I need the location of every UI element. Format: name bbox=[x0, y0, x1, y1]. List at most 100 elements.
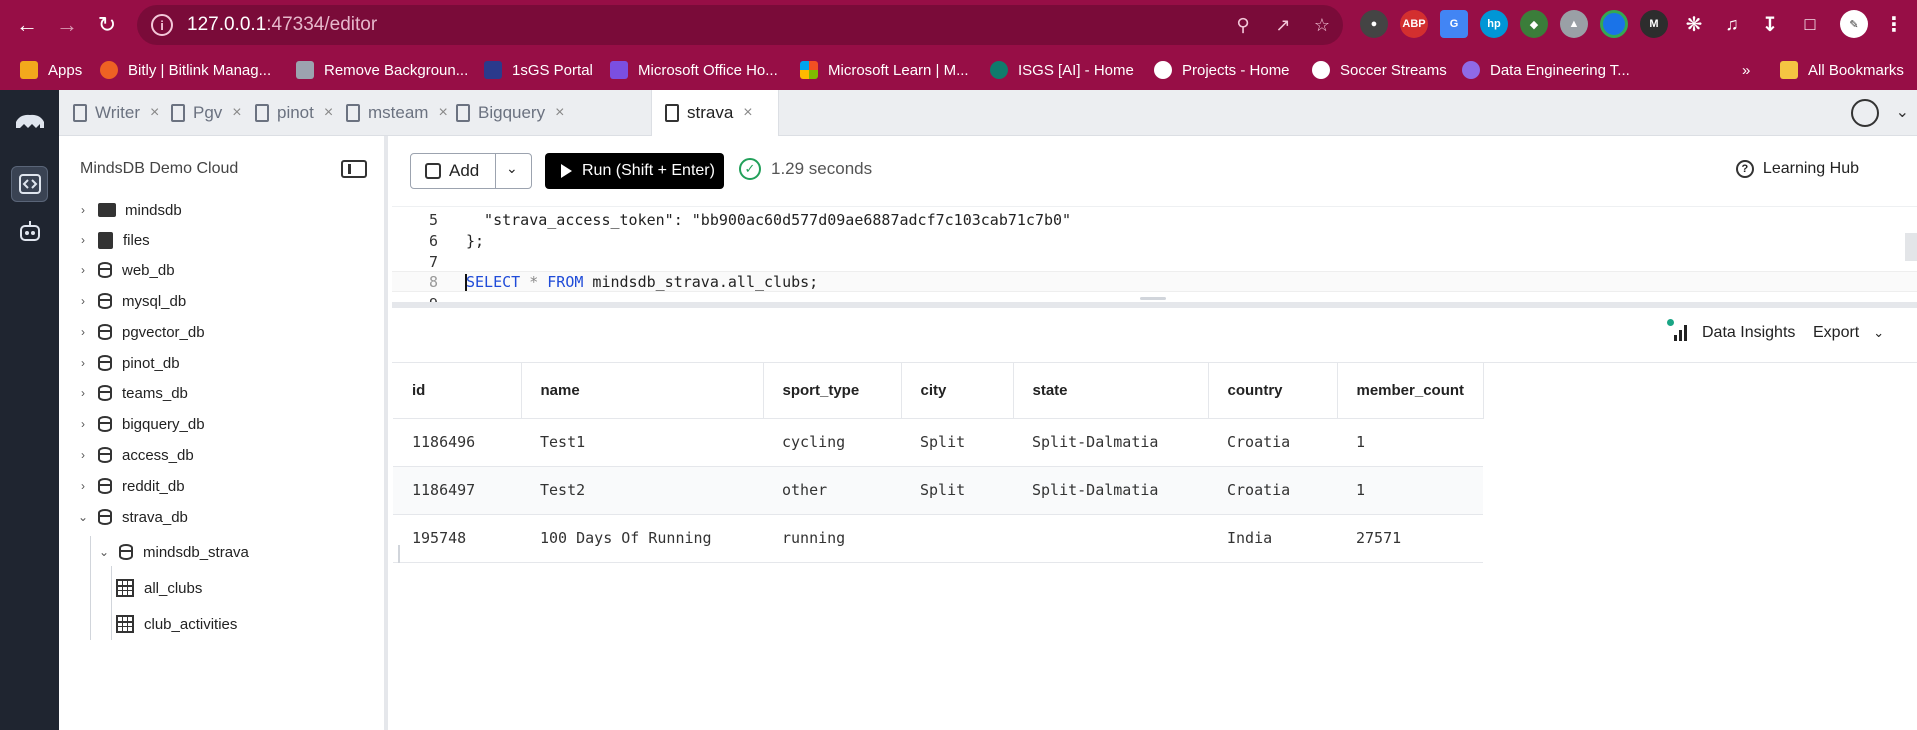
table-cell[interactable]: cycling bbox=[763, 418, 901, 466]
table-cell[interactable]: 1 bbox=[1337, 418, 1483, 466]
back-arrow-icon[interactable]: ← bbox=[12, 10, 42, 40]
tree-item-pinot-db[interactable]: › pinot_db bbox=[76, 350, 180, 376]
column-header[interactable]: name bbox=[521, 363, 764, 418]
tree-item-mysql-db[interactable]: › mysql_db bbox=[76, 288, 186, 314]
table-cell[interactable] bbox=[1013, 514, 1208, 562]
bookmark-ms-learn[interactable]: Microsoft Learn | M... bbox=[800, 58, 969, 82]
learning-hub-link[interactable]: ? Learning Hub bbox=[1735, 160, 1859, 178]
tree-item-pgvector-db[interactable]: › pgvector_db bbox=[76, 319, 205, 345]
table-cell[interactable]: Split bbox=[901, 466, 1013, 514]
forward-arrow-icon[interactable]: → bbox=[52, 10, 82, 40]
media-icon[interactable]: ♫ bbox=[1718, 10, 1746, 38]
bookmark-isgs[interactable]: ISGS [AI] - Home bbox=[990, 58, 1134, 82]
column-header[interactable]: country bbox=[1208, 363, 1338, 418]
user-account-icon[interactable] bbox=[1851, 99, 1879, 127]
chevron-down-icon[interactable]: ⌄ bbox=[1896, 102, 1909, 122]
tab-pinot[interactable]: pinot × bbox=[255, 90, 333, 136]
profile-avatar[interactable]: ✎ bbox=[1840, 10, 1868, 38]
chevron-down-icon[interactable]: ⌄ bbox=[76, 510, 90, 524]
menu-dots-icon[interactable]: ⋮ bbox=[1880, 10, 1908, 38]
download-icon[interactable]: ↧ bbox=[1756, 10, 1784, 38]
chevron-right-icon[interactable]: › bbox=[76, 479, 90, 493]
extension-icon[interactable]: ◆ bbox=[1520, 10, 1548, 38]
star-icon[interactable]: ☆ bbox=[1311, 14, 1333, 36]
tree-item-web-db[interactable]: › web_db bbox=[76, 257, 175, 283]
reload-icon[interactable]: ↻ bbox=[92, 10, 122, 40]
table-cell[interactable]: Croatia bbox=[1208, 466, 1337, 514]
resize-handle[interactable] bbox=[1140, 297, 1166, 300]
tree-item-bigquery-db[interactable]: › bigquery_db bbox=[76, 411, 205, 437]
table-cell[interactable]: 100 Days Of Running bbox=[521, 514, 763, 562]
bookmark-1sgs[interactable]: 1sGS Portal bbox=[484, 58, 593, 82]
data-insights-button[interactable]: Data Insights bbox=[1667, 319, 1795, 342]
adblock-icon[interactable]: ABP bbox=[1400, 10, 1428, 38]
robot-icon[interactable] bbox=[11, 213, 48, 249]
table-cell[interactable]: Split-Dalmatia bbox=[1013, 418, 1208, 466]
tab-msteam[interactable]: msteam × bbox=[346, 90, 448, 136]
tree-item-club-activities[interactable]: club_activities bbox=[116, 611, 237, 637]
side-panel-icon[interactable]: □ bbox=[1796, 10, 1824, 38]
table-cell[interactable]: running bbox=[763, 514, 901, 562]
close-icon[interactable]: × bbox=[555, 104, 564, 122]
tab-bigquery[interactable]: Bigquery × bbox=[456, 90, 564, 136]
puzzle-icon[interactable]: ❋ bbox=[1680, 10, 1708, 38]
extension-icon[interactable]: ● bbox=[1360, 10, 1388, 38]
chevron-right-icon[interactable]: › bbox=[76, 417, 90, 431]
chevron-right-icon[interactable]: › bbox=[76, 448, 90, 462]
bookmark-bitly[interactable]: Bitly | Bitlink Manag... bbox=[100, 58, 271, 82]
tab-writer[interactable]: Writer × bbox=[73, 90, 159, 136]
table-cell[interactable]: India bbox=[1208, 514, 1337, 562]
chevron-right-icon[interactable]: › bbox=[76, 325, 90, 339]
site-info-icon[interactable]: i bbox=[151, 14, 173, 36]
close-icon[interactable]: × bbox=[232, 104, 241, 122]
close-icon[interactable]: × bbox=[438, 104, 447, 122]
column-header[interactable]: member_count bbox=[1337, 363, 1484, 418]
tree-item-files[interactable]: › files bbox=[76, 227, 150, 253]
tab-pgv[interactable]: Pgv × bbox=[171, 90, 242, 136]
chevron-down-icon[interactable]: ⌄ bbox=[97, 545, 111, 559]
bookmark-data-eng[interactable]: Data Engineering T... bbox=[1462, 58, 1630, 82]
chevron-right-icon[interactable]: › bbox=[76, 294, 90, 308]
extension-icon[interactable]: M bbox=[1640, 10, 1668, 38]
bookmark-soccer[interactable]: Soccer Streams bbox=[1312, 58, 1447, 82]
translate-icon[interactable]: G bbox=[1440, 10, 1468, 38]
chevron-right-icon[interactable]: › bbox=[76, 356, 90, 370]
tab-strava[interactable]: strava × bbox=[651, 90, 779, 136]
column-header[interactable]: city bbox=[901, 363, 1014, 418]
table-cell[interactable] bbox=[901, 514, 1013, 562]
table-cell[interactable]: other bbox=[763, 466, 901, 514]
export-button[interactable]: Export ⌄ bbox=[1813, 324, 1884, 342]
table-cell[interactable]: Split bbox=[901, 418, 1013, 466]
tree-item-all-clubs[interactable]: all_clubs bbox=[116, 575, 202, 601]
add-button[interactable]: Add ⌄ bbox=[410, 153, 532, 189]
chevron-right-icon[interactable]: › bbox=[76, 386, 90, 400]
table-cell[interactable]: Croatia bbox=[1208, 418, 1337, 466]
chevron-right-icon[interactable]: › bbox=[76, 233, 90, 247]
chevron-right-icon[interactable]: › bbox=[76, 263, 90, 277]
run-button[interactable]: Run (Shift + Enter) bbox=[545, 153, 724, 189]
column-header[interactable]: state bbox=[1013, 363, 1209, 418]
editor-icon[interactable] bbox=[11, 166, 48, 202]
table-cell[interactable]: 1186497 bbox=[393, 466, 521, 514]
bookmark-apps[interactable]: Apps bbox=[20, 58, 82, 82]
chevron-down-icon[interactable]: ⌄ bbox=[506, 160, 518, 177]
table-cell[interactable]: 27571 bbox=[1337, 514, 1483, 562]
table-cell[interactable]: 1186496 bbox=[393, 418, 521, 466]
tree-item-access-db[interactable]: › access_db bbox=[76, 442, 194, 468]
bookmark-office[interactable]: Microsoft Office Ho... bbox=[610, 58, 778, 82]
all-bookmarks-button[interactable]: All Bookmarks bbox=[1780, 58, 1904, 82]
bookmark-remove-bg[interactable]: Remove Backgroun... bbox=[296, 58, 468, 82]
tree-item-mindsdb-strava[interactable]: ⌄ mindsdb_strava bbox=[97, 539, 249, 565]
table-cell[interactable]: 1 bbox=[1337, 466, 1483, 514]
close-icon[interactable]: × bbox=[150, 104, 159, 122]
close-icon[interactable]: × bbox=[324, 104, 333, 122]
sql-editor[interactable]: 5 "strava_access_token": "bb900ac60d577d… bbox=[392, 206, 1917, 302]
chevron-right-icon[interactable]: › bbox=[76, 203, 90, 217]
tree-item-strava-db[interactable]: ⌄ strava_db bbox=[76, 504, 188, 530]
table-cell[interactable]: Test2 bbox=[521, 466, 763, 514]
zoom-icon[interactable]: ⚲ bbox=[1232, 14, 1254, 36]
shield-icon[interactable]: ▲ bbox=[1560, 10, 1588, 38]
table-cell[interactable]: Split-Dalmatia bbox=[1013, 466, 1208, 514]
close-icon[interactable]: × bbox=[743, 104, 752, 122]
share-icon[interactable]: ↗ bbox=[1272, 14, 1294, 36]
